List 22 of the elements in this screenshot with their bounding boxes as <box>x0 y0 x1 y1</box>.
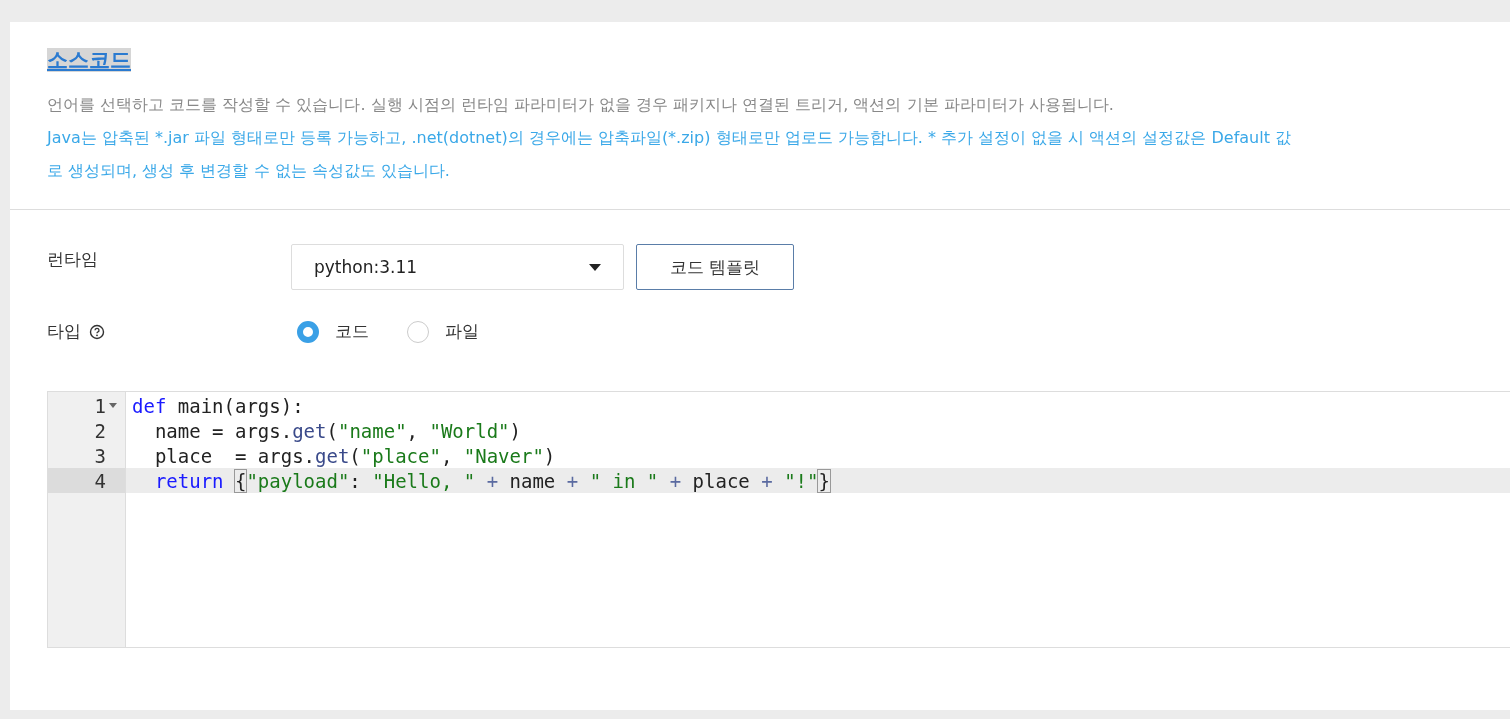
help-icon[interactable] <box>89 323 105 340</box>
fold-icon[interactable] <box>109 403 117 408</box>
code-line: return {"payload": "Hello, " + name + " in " + place + "!"} <box>153 469 830 492</box>
code-editor[interactable]: 1 2 3 4 def main(args): name = args.get("name", "World") place = args.get("place", "Naver") return {"payload": "Hello, " + name + " in " + place + "!"} <box>47 391 1510 648</box>
field-label: 런타임 <box>47 248 99 271</box>
notice-text: 로 생성되며, 생성 후 변경할 수 없는 속성값도 있습니다. <box>47 160 451 182</box>
line-number: 4 <box>94 469 106 492</box>
caret-icon <box>589 263 601 271</box>
line-number: 2 <box>94 419 106 442</box>
runtime-dropdown[interactable]: python:3.11 <box>291 244 624 290</box>
type-radio[interactable]: 파일 <box>407 320 479 343</box>
code-line: name = args.get("name", "World") <box>153 419 521 442</box>
field-label: 타입 <box>47 320 81 343</box>
type-radio[interactable]: 코드 <box>297 320 369 343</box>
line-number: 1 <box>94 394 106 417</box>
code-template-button[interactable]: 코드 템플릿 <box>636 244 794 290</box>
description-text: 언어를 선택하고 코드를 작성할 수 있습니다. 실행 시점의 런타임 파라미터가 없을 경우 패키지나 연결된 트리거, 액션의 기본 파라미터가 사용됩니다. <box>47 94 1115 116</box>
code-line: place = args.get("place", "Naver") <box>153 444 556 467</box>
notice-text: Java는 압축된 *.jar 파일 형태로만 등록 가능하고, .net(dotnet)의 경우에는 압축파일(*.zip) 형태로만 업로드 가능합니다. * 추가 설정이 없을 시 액션의 설정값은 Default 값 <box>47 127 1293 149</box>
code-line: def main(args): <box>132 394 304 417</box>
line-number: 3 <box>94 444 106 467</box>
section-title: 소스코드 <box>47 48 131 72</box>
